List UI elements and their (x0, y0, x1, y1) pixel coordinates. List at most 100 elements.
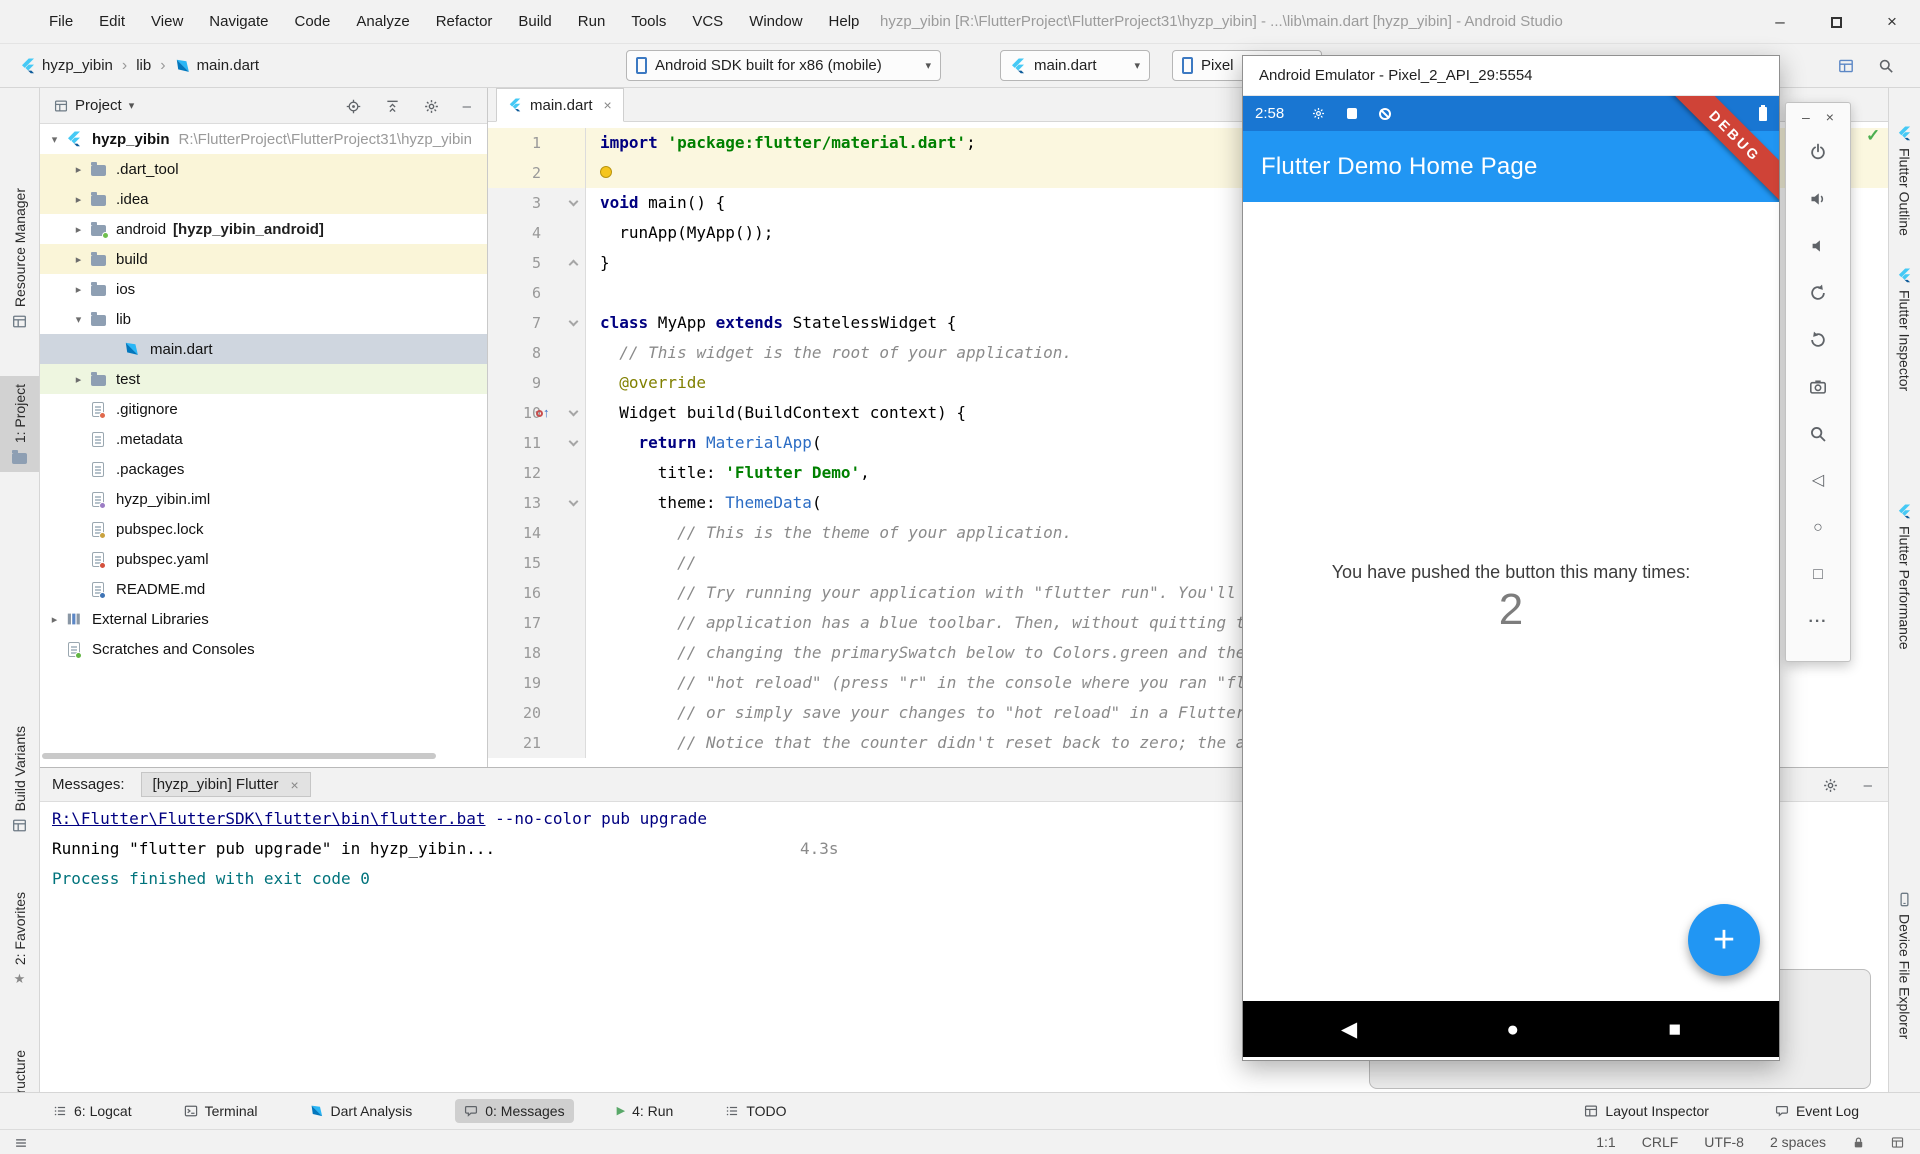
menu-file[interactable]: File (36, 0, 86, 43)
intention-bulb-icon[interactable] (600, 166, 612, 178)
zoom-button[interactable] (1809, 425, 1827, 443)
menu-window[interactable]: Window (736, 0, 815, 43)
caret-position[interactable]: 1:1 (1596, 1134, 1615, 1150)
indent-setting[interactable]: 2 spaces (1770, 1134, 1826, 1150)
tree-item-lib[interactable]: ▾lib (40, 304, 487, 334)
gutter[interactable]: 13 (488, 488, 586, 518)
tree-chevron-icon[interactable]: ▾ (46, 133, 63, 146)
menu-build[interactable]: Build (505, 0, 564, 43)
rotate-right-button[interactable] (1809, 331, 1827, 349)
menu-navigate[interactable]: Navigate (196, 0, 281, 43)
overview-button[interactable]: □ (1813, 566, 1823, 584)
gutter[interactable]: 7 (488, 308, 586, 338)
console-link[interactable]: R:\Flutter\FlutterSDK\flutter\bin\flutte… (52, 809, 485, 828)
toolwindow-button-dart-analysis[interactable]: Dart Analysis (301, 1099, 422, 1123)
tree-item-android[interactable]: ▸android[hyzp_yibin_android] (40, 214, 487, 244)
more-button[interactable]: ··· (1809, 613, 1828, 631)
gutter[interactable]: 17 (488, 608, 586, 638)
hamburger-icon[interactable] (14, 1134, 28, 1150)
gutter[interactable]: 5 (488, 248, 586, 278)
gutter[interactable]: 4 (488, 218, 586, 248)
gutter[interactable]: 19 (488, 668, 586, 698)
android-back-button[interactable] (1341, 1019, 1357, 1040)
menu-analyze[interactable]: Analyze (343, 0, 422, 43)
hide-panel-icon[interactable]: – (1864, 777, 1872, 794)
close-icon[interactable] (290, 777, 298, 793)
tree-item-packages[interactable]: .packages (40, 454, 487, 484)
tree-item-pubspec-yaml[interactable]: pubspec.yaml (40, 544, 487, 574)
gutter[interactable]: 20 (488, 698, 586, 728)
emulator-title-bar[interactable]: Android Emulator - Pixel_2_API_29:5554 (1243, 56, 1779, 96)
stripe-item-resource-manager[interactable]: Resource Manager (0, 180, 39, 337)
collapse-all-icon[interactable] (385, 99, 400, 114)
breadcrumb-item-hyzp-yibin[interactable]: hyzp_yibin (20, 57, 113, 74)
device-selector[interactable]: Android SDK built for x86 (mobile) ▾ (626, 50, 941, 81)
menu-tools[interactable]: Tools (618, 0, 679, 43)
fold-marker-icon[interactable] (569, 497, 579, 507)
line-endings[interactable]: CRLF (1642, 1134, 1679, 1150)
fold-marker-icon[interactable] (569, 317, 579, 327)
menu-refactor[interactable]: Refactor (423, 0, 506, 43)
window-maximize-button[interactable] (1808, 0, 1864, 44)
tree-chevron-icon[interactable]: ▸ (70, 193, 87, 206)
gutter[interactable]: 14 (488, 518, 586, 548)
horizontal-scrollbar[interactable] (42, 753, 436, 759)
tree-chevron-icon[interactable]: ▸ (70, 223, 87, 236)
tree-item-readme-md[interactable]: README.md (40, 574, 487, 604)
override-marker-icon[interactable]: ↑ (536, 398, 550, 428)
file-encoding[interactable]: UTF-8 (1704, 1134, 1744, 1150)
back-button[interactable]: ◁ (1812, 472, 1824, 490)
toolwindow-button-todo[interactable]: TODO (716, 1099, 795, 1123)
gutter[interactable]: 21 (488, 728, 586, 758)
gutter[interactable]: 12 (488, 458, 586, 488)
fold-marker-icon[interactable] (569, 197, 579, 207)
gutter[interactable]: 15 (488, 548, 586, 578)
fold-marker-icon[interactable] (569, 437, 579, 447)
run-config-selector[interactable]: main.dart ▾ (1000, 50, 1150, 81)
tree-chevron-icon[interactable]: ▸ (46, 613, 63, 626)
rotate-left-button[interactable] (1809, 284, 1827, 302)
tree-item-pubspec-lock[interactable]: pubspec.lock (40, 514, 487, 544)
stripe-item-flutter-inspector[interactable]: Flutter Inspector (1889, 260, 1920, 399)
gutter[interactable]: 3 (488, 188, 586, 218)
locate-file-icon[interactable] (346, 99, 361, 114)
window-minimize-button[interactable]: – (1752, 0, 1808, 44)
tree-item-test[interactable]: ▸test (40, 364, 487, 394)
gear-icon[interactable] (424, 99, 439, 114)
stripe-item-device-file-explorer[interactable]: Device File Explorer (1889, 884, 1920, 1047)
gutter[interactable]: 11 (488, 428, 586, 458)
stripe-item-1-project[interactable]: 1: Project (0, 376, 39, 472)
window-close-button[interactable]: × (1864, 0, 1920, 44)
close-icon[interactable] (604, 97, 612, 113)
volume-down-button[interactable] (1809, 237, 1827, 255)
hide-panel-icon[interactable]: – (463, 98, 471, 115)
gutter[interactable]: 8 (488, 338, 586, 368)
tree-chevron-icon[interactable]: ▸ (70, 163, 87, 176)
fold-marker-icon[interactable] (569, 260, 579, 270)
stripe-item-build-variants[interactable]: Build Variants (0, 718, 39, 841)
menu-code[interactable]: Code (281, 0, 343, 43)
android-home-button[interactable] (1506, 1019, 1519, 1040)
menu-run[interactable]: Run (565, 0, 619, 43)
volume-up-button[interactable] (1809, 190, 1827, 208)
plugin-icon[interactable] (1838, 58, 1854, 74)
tree-item-external-libraries[interactable]: ▸External Libraries (40, 604, 487, 634)
tree-item-build[interactable]: ▸build (40, 244, 487, 274)
tree-item-ios[interactable]: ▸ios (40, 274, 487, 304)
inspection-ok-icon[interactable] (1866, 126, 1880, 146)
toolwindow-button-layout-inspector[interactable]: Layout Inspector (1575, 1099, 1718, 1123)
fab-button[interactable]: + (1688, 904, 1760, 976)
stripe-item-flutter-performance[interactable]: Flutter Performance (1889, 496, 1920, 658)
search-icon[interactable] (1878, 58, 1894, 74)
project-panel-title[interactable]: Project (75, 97, 122, 114)
menu-edit[interactable]: Edit (86, 0, 138, 43)
gutter[interactable]: 16 (488, 578, 586, 608)
minimize-icon[interactable] (1802, 110, 1810, 124)
stripe-item-2-favorites[interactable]: 2: Favorites★ (0, 884, 39, 993)
highlighting-level-icon[interactable] (1891, 1136, 1904, 1149)
screenshot-button[interactable] (1809, 378, 1827, 396)
gutter[interactable]: 10↑ (488, 398, 586, 428)
gutter[interactable]: 1 (488, 128, 586, 158)
lock-icon[interactable] (1852, 1136, 1865, 1149)
tree-item-gitignore[interactable]: .gitignore (40, 394, 487, 424)
